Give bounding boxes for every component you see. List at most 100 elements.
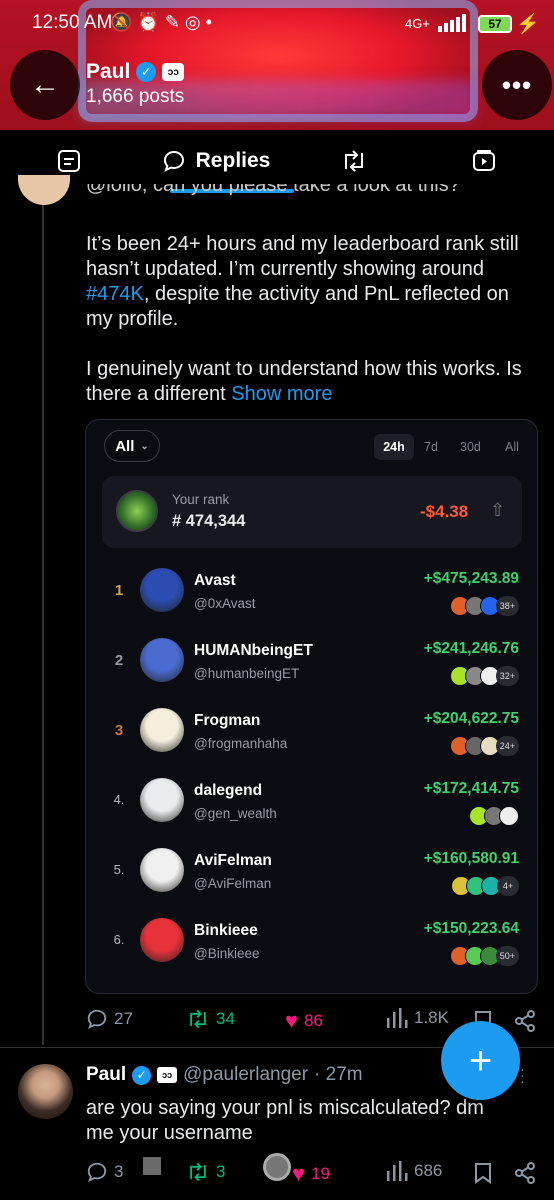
more-options-button[interactable]: ••• [482,50,552,120]
tab-replies[interactable]: Replies [138,130,294,192]
share-nodes-icon [515,1010,535,1032]
show-more-link[interactable]: Show more [231,383,332,405]
leaderboard-row: 4. dalegend @gen_wealth +$172,414.75 [86,778,537,848]
leaderboard-row: 5. AviFelman @AviFelman +$160,580.91 4+ [86,848,537,918]
your-rank-label: Your rank [172,492,230,507]
plus-icon: + [468,1038,493,1083]
token-count-badge: 32+ [495,666,519,686]
leaderboard-avatar [140,708,184,752]
share-action-2[interactable] [514,1162,536,1184]
leaderboard-handle: @0xAvast [194,596,256,611]
leaderboard-handle: @Binkieee [194,946,260,961]
leaderboard-pnl: +$241,246.76 [423,640,519,657]
reply-action-2[interactable]: 3 [86,1161,123,1183]
token-chips: 24+ [449,736,519,756]
your-rank-value: # 474,344 [172,512,246,530]
leaderboard-avatar [140,848,184,892]
token-chips: 50+ [449,946,519,966]
rank-number: 5. [113,862,125,877]
token-chips: 32+ [449,666,519,686]
leaderboard-pnl: +$204,622.75 [423,710,519,727]
leaderboard-avatar [140,638,184,682]
reply-avatar[interactable] [18,1064,73,1119]
repost-icon [190,1162,206,1182]
reply-time: · 27m [314,1064,363,1085]
reply-action[interactable]: 27 [86,1008,133,1030]
tab-media[interactable] [414,130,554,192]
header-name: Paul [86,60,131,83]
battery-icon: 57 [478,15,512,33]
token-count-badge: 38+ [495,596,519,616]
status-icons: 🔕 ⏰ ✎ ◎ • [110,12,212,32]
verified-badge-icon: ✓ [136,62,157,82]
reply-handle[interactable]: @paulerlanger [183,1064,308,1086]
charging-icon: ⚡ [516,14,540,35]
arrow-left-icon: ← [30,68,60,101]
leaderboard-name: HUMANbeingET [194,642,313,659]
leaderboard-name: AviFelman [194,852,272,869]
bookmark-icon [475,1163,491,1184]
overlay-stop-icon[interactable] [143,1157,161,1175]
ellipsis-icon: ••• [501,69,533,100]
your-avatar [116,490,158,532]
token-count-badge: 4+ [497,876,519,896]
leaderboard-avatar [140,918,184,962]
token-count-badge: 50+ [495,946,519,966]
token-chips: 38+ [449,596,519,616]
bar-chart-icon [387,1161,408,1181]
reply-more-icon[interactable]: · · · [520,1062,525,1088]
reply-icon [87,1009,107,1030]
back-button[interactable]: ← [10,50,80,120]
post-paragraph-2: I genuinely want to understand how this … [86,358,522,405]
network-label: 4G+ [405,16,430,31]
post-line-cut: @lollo, can you please take a look at th… [86,184,460,196]
like-action[interactable]: ♥ 86 [285,1008,323,1034]
hashtag-link[interactable]: #474K [86,283,144,305]
leaderboard-name: Binkieee [194,922,258,939]
leaderboard-image[interactable]: All ⌄ 24h 7d 30d All Your rank # 474,344 … [85,419,538,994]
repost-action[interactable]: 34 [186,1008,235,1030]
repost-icon [345,150,363,172]
article-icon [58,150,80,172]
your-pnl: -$4.38 [420,502,469,521]
post-count: 1,666 posts [86,86,185,107]
repost-action-2[interactable]: 3 [186,1161,225,1183]
reply-author-name[interactable]: Paul [86,1064,126,1086]
reply-header: Paul ✓ ɔɔ @paulerlanger · 27m [86,1064,363,1086]
thread-line [42,195,44,1045]
post-text-cut: @lollo, can you please take a look at th… [86,184,538,202]
overlay-record-icon[interactable] [263,1153,291,1181]
tab-replies-label: Replies [195,149,271,172]
heart-icon: ♥ [292,1161,306,1186]
leaderboard-row: 1 Avast @0xAvast +$475,243.89 38+ [86,568,537,638]
heart-icon: ♥ [285,1008,299,1033]
views-action-2[interactable]: 686 [386,1161,442,1181]
leaderboard-name: Frogman [194,712,261,729]
token-count-badge: 24+ [495,736,519,756]
leaderboard-handle: @humanbeingET [194,666,300,681]
leaderboard-pnl: +$160,580.91 [423,850,519,867]
leaderboard-avatar [140,568,184,612]
share-nodes-icon [515,1162,535,1184]
leaderboard-pnl: +$172,414.75 [423,780,519,797]
period-7d: 7d [424,440,438,454]
tab-reposts[interactable] [294,130,414,192]
rank-number: 4. [113,792,125,807]
leaderboard-name: dalegend [194,782,263,799]
like-action-2[interactable]: ♥ 19 [292,1161,330,1187]
status-time: 12:50 AM [32,12,113,33]
share-action[interactable] [514,1010,536,1032]
compose-button[interactable]: + [441,1021,520,1100]
views-action[interactable]: 1.8K [386,1008,449,1028]
bookmark-action-2[interactable] [474,1162,492,1184]
affiliate-badge-icon: ɔɔ [157,1067,178,1083]
leaderboard-pnl: +$475,243.89 [423,570,519,587]
filter-dropdown: All ⌄ [104,430,160,462]
verified-badge-icon: ✓ [132,1065,152,1085]
leaderboard-row: 6. Binkieee @Binkieee +$150,223.64 50+ [86,918,537,988]
affiliate-badge-icon: ɔɔ [162,63,185,81]
reply-text: are you saying your pnl is miscalculated… [86,1097,484,1144]
chevron-down-icon: ⌄ [140,440,149,452]
token-chips: 4+ [451,876,519,896]
profile-header: 12:50 AM 🔕 ⏰ ✎ ◎ • 4G+ 57 ⚡ ← Paul ✓ ɔɔ … [0,0,554,130]
